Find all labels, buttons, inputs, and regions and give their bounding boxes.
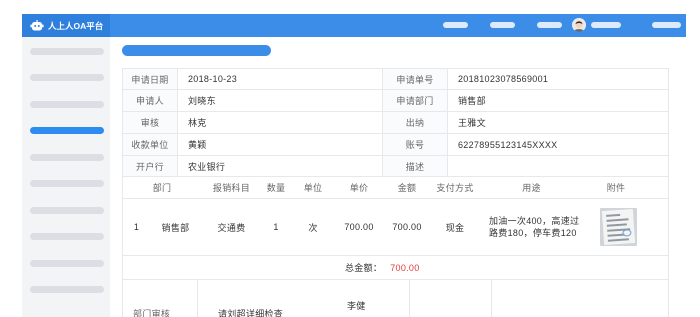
item-attachment-cell [585, 199, 647, 255]
sidebar-nav-item[interactable] [30, 127, 104, 134]
column-header-amount: 金额 [397, 183, 417, 193]
item-purpose: 加油一次400，高速过路费180，停车费120 [489, 216, 580, 238]
reimbursement-detail-table: 申请日期 2018-10-23 申请单号 20181023078569001 申… [122, 68, 669, 317]
sidebar-nav-item[interactable] [30, 233, 104, 240]
total-value: 700.00 [390, 262, 420, 273]
applicant-value: 刘晓东 [178, 90, 383, 111]
approval-empty-cell [410, 280, 492, 317]
form-row: 申请日期 2018-10-23 申请单号 20181023078569001 [123, 69, 668, 90]
apply-date-label: 申请日期 [123, 69, 178, 89]
expense-items-header-row: 部门 报销科目 数量 单位 单价 金额 支付方式 用途 附件 [123, 177, 668, 199]
top-header: 人上人OA平台 [22, 14, 686, 37]
column-header-unit: 单位 [303, 183, 323, 193]
item-purpose-cell: 加油一次400，高速过路费180，停车费120 [478, 199, 585, 255]
user-avatar-icon[interactable] [572, 18, 586, 32]
form-row: 申请人 刘晓东 申请部门 销售部 [123, 90, 668, 112]
header-nav-item[interactable] [490, 22, 515, 28]
item-subject: 交通费 [217, 222, 246, 233]
header-nav-item[interactable] [443, 22, 468, 28]
description-label: 描述 [383, 156, 448, 176]
reviewer-label: 审核 [123, 112, 178, 133]
robot-eye-right [37, 24, 40, 27]
column-header-quantity: 数量 [266, 183, 286, 193]
attachment-thumbnail[interactable] [600, 208, 637, 246]
avatar-image [572, 18, 586, 32]
robot-ear-left [30, 24, 32, 27]
page-title-placeholder [122, 45, 271, 56]
approval-empty-cell [492, 280, 668, 317]
logo-area[interactable]: 人上人OA平台 [22, 14, 110, 37]
application-number-label: 申请单号 [383, 69, 448, 89]
receipt-line [606, 218, 629, 222]
sidebar-nav-item[interactable] [30, 180, 104, 187]
account-number-value: 62278955123145XXXX [458, 139, 558, 150]
payee-label: 收款单位 [123, 134, 178, 155]
apply-date-value: 2018-10-23 [178, 69, 383, 89]
column-header-unit-price: 单价 [349, 183, 369, 193]
item-payment-method: 现金 [445, 222, 465, 233]
sidebar-nav-item[interactable] [30, 100, 104, 108]
approval-comment-cell: 请刘超详细检查 李健 [198, 280, 410, 317]
item-unit: 次 [308, 222, 318, 233]
receipt-line [606, 223, 627, 227]
approval-comment: 请刘超详细检查 [218, 309, 284, 317]
robot-ear-right [42, 24, 44, 27]
applicant-label: 申请人 [123, 90, 178, 111]
approval-label: 部门审核 [133, 309, 171, 317]
department-label: 申请部门 [383, 90, 448, 111]
form-row: 审核 林克 出纳 王雅文 [123, 112, 668, 134]
receipt-line [607, 238, 629, 242]
main-content: 申请日期 2018-10-23 申请单号 20181023078569001 申… [110, 37, 686, 317]
sidebar-nav-item[interactable] [30, 259, 104, 267]
oa-app-window: 人上人OA平台 申请日期 2018-10-23 申请单号 20181023078… [0, 0, 700, 317]
expense-item-row: 1 销售部 交通费 1 次 700.00 700.00 现金 加油一次400，高… [123, 199, 668, 256]
column-header-purpose: 用途 [522, 183, 541, 193]
application-number-value: 20181023078569001 [458, 74, 549, 84]
bank-value: 农业银行 [178, 156, 383, 176]
column-header-subject: 报销科目 [212, 183, 251, 193]
department-value: 销售部 [458, 96, 486, 106]
header-nav-item[interactable] [537, 22, 562, 28]
approval-label-cell: 部门审核 [123, 280, 198, 317]
total-label: 总金额： [345, 263, 383, 273]
bank-label: 开户行 [123, 156, 178, 176]
description-value [448, 156, 668, 176]
cashier-label: 出纳 [383, 112, 448, 133]
column-header-payment-method: 支付方式 [436, 183, 474, 193]
receipt-paper [601, 208, 636, 246]
sidebar [22, 37, 110, 317]
sidebar-nav-item[interactable] [30, 286, 104, 293]
receipt-line [606, 213, 621, 217]
account-number-label: 账号 [383, 134, 448, 155]
form-row: 开户行 农业银行 描述 [123, 156, 668, 177]
item-quantity: 1 [273, 222, 279, 232]
approver-name: 李健 [347, 301, 366, 311]
cashier-value: 王雅文 [458, 118, 486, 128]
sidebar-nav-item[interactable] [30, 74, 104, 81]
sidebar-nav-item[interactable] [30, 153, 104, 161]
user-name-placeholder[interactable] [591, 22, 621, 28]
app-title: 人上人OA平台 [48, 20, 104, 31]
item-filler-cell [647, 199, 668, 255]
item-amount: 700.00 [392, 222, 422, 232]
column-header-department: 部门 [152, 183, 172, 193]
sidebar-nav-item[interactable] [30, 47, 104, 55]
column-header-attachment: 附件 [606, 183, 626, 193]
payee-value: 黄颖 [178, 134, 383, 155]
robot-icon [30, 19, 44, 30]
robot-eye-left [34, 24, 37, 27]
logout-placeholder[interactable] [652, 22, 681, 28]
sidebar-nav-item[interactable] [30, 206, 104, 214]
total-row: 总金额： 700.00 [123, 256, 668, 280]
receipt-stamp [622, 229, 632, 237]
form-row: 收款单位 黄颖 账号 62278955123145XXXX [123, 134, 668, 156]
header-filler-cell [647, 177, 668, 198]
item-index: 1 [133, 222, 140, 232]
item-department: 销售部 [161, 222, 190, 233]
robot-head [32, 21, 42, 30]
approval-row: 部门审核 请刘超详细检查 李健 [123, 280, 668, 317]
reviewer-value: 林克 [178, 112, 383, 133]
item-unit-price: 700.00 [344, 222, 374, 232]
